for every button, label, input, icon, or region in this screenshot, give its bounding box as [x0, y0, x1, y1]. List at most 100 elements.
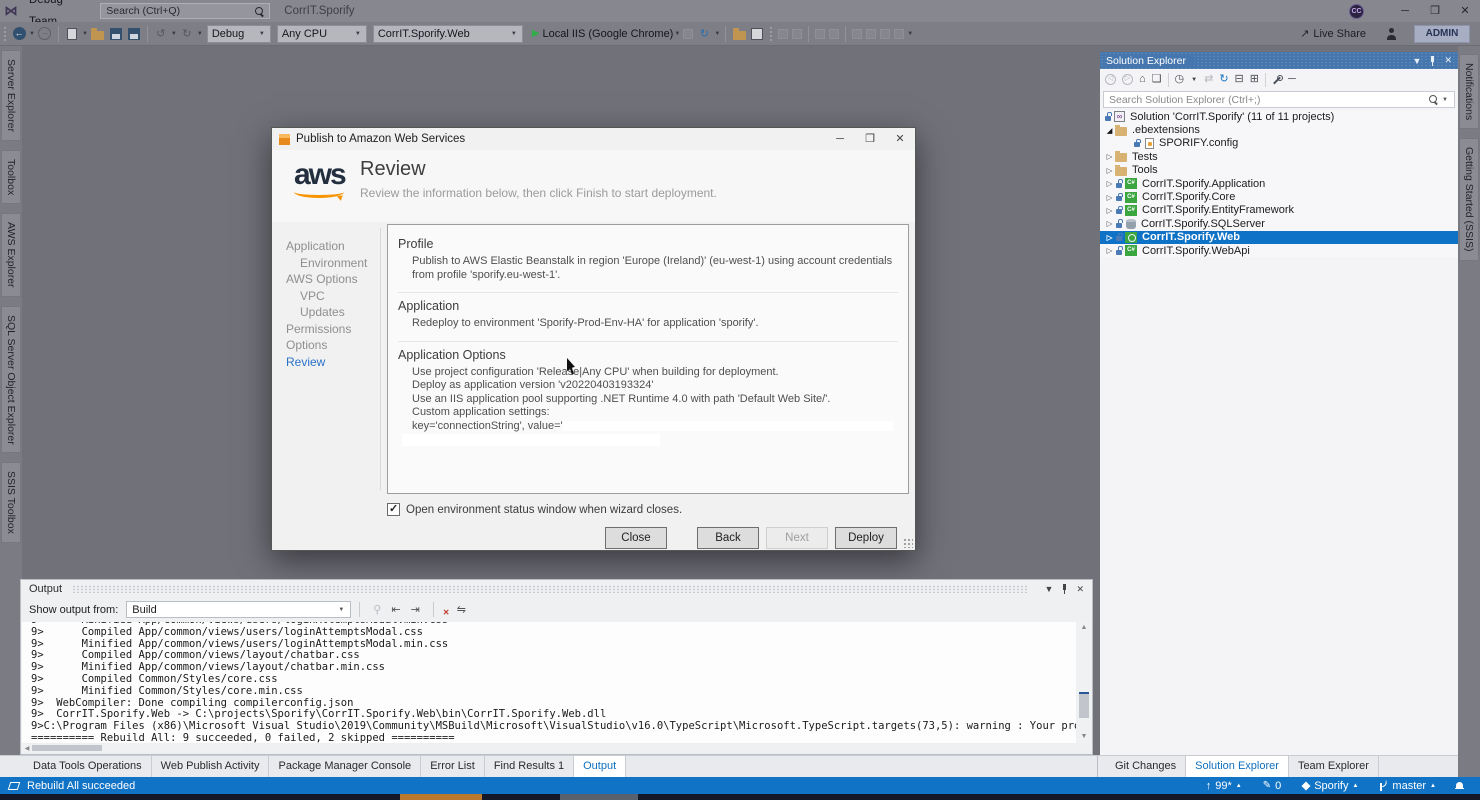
dialog-maximize-button[interactable]: ❒	[855, 128, 885, 150]
forward-icon[interactable]: ▷	[1122, 74, 1133, 85]
wizard-step-updates[interactable]: Updates	[286, 304, 382, 321]
toolbar-grip[interactable]	[3, 26, 7, 41]
pending-changes-filter-icon[interactable]: ◷	[1175, 74, 1185, 85]
toggle-word-wrap-icon[interactable]: ⇋	[457, 603, 466, 616]
panel-tab-find-results-1[interactable]: Find Results 1	[485, 756, 574, 778]
collapsed-arrow-icon[interactable]: ▷	[1104, 166, 1115, 175]
redo-icon[interactable]: ↻	[179, 26, 195, 42]
panel-tab-data-tools-operations[interactable]: Data Tools Operations	[24, 756, 152, 778]
browser-link-icon[interactable]	[751, 28, 763, 40]
preview-selected-items-icon[interactable]: ─	[1288, 74, 1296, 85]
go-to-next-message-icon[interactable]: ⇥	[411, 603, 420, 616]
tree-item-tools[interactable]: ▷Tools	[1100, 164, 1458, 177]
panel-tab-output[interactable]: Output	[574, 756, 626, 778]
side-tab-ssis-toolbox[interactable]: SSIS Toolbox	[1, 462, 21, 543]
configuration-combo[interactable]: Debug▼	[207, 25, 271, 43]
navigate-forward-icon[interactable]: →	[38, 27, 51, 40]
panel-tab-error-list[interactable]: Error List	[421, 756, 485, 778]
notifications-bell-icon[interactable]	[1455, 781, 1464, 791]
refresh-icon[interactable]: ↻	[696, 26, 712, 42]
expanded-arrow-icon[interactable]: ◢	[1104, 126, 1115, 135]
platform-combo[interactable]: Any CPU▼	[277, 25, 367, 43]
branch-indicator[interactable]: master ▲	[1379, 780, 1436, 792]
collapsed-arrow-icon[interactable]: ▷	[1104, 206, 1115, 215]
pin-icon[interactable]	[1429, 56, 1436, 66]
dialog-minimize-button[interactable]: ─	[825, 128, 855, 150]
new-file-dropdown-icon[interactable]: ▼	[82, 31, 88, 37]
window-position-icon[interactable]: ▼	[1413, 56, 1422, 66]
back-icon[interactable]: ◁	[1105, 74, 1116, 85]
side-tab-toolbox[interactable]: Toolbox	[1, 150, 21, 204]
search-options-icon[interactable]: ▼	[1442, 97, 1448, 103]
outgoing-commits-indicator[interactable]: ↑ 99* ▲	[1206, 780, 1242, 792]
side-tab-sql-server-object-explorer[interactable]: SQL Server Object Explorer	[1, 306, 21, 454]
pending-edits-indicator[interactable]: ✎ 0	[1263, 780, 1282, 792]
tree-item-corrit-sporify-web[interactable]: ▷CorrIT.Sporify.Web	[1100, 231, 1458, 244]
minimize-button[interactable]: ─	[1390, 0, 1420, 22]
panel-tab-git-changes[interactable]: Git Changes	[1106, 756, 1186, 778]
redo-dropdown-icon[interactable]: ▼	[197, 31, 203, 37]
collapsed-arrow-icon[interactable]: ▷	[1104, 193, 1115, 202]
scroll-down-icon[interactable]: ▼	[1077, 731, 1091, 743]
resize-grip[interactable]	[903, 538, 913, 548]
tree-item-sporify-config[interactable]: SPORIFY.config	[1100, 137, 1458, 150]
new-file-icon[interactable]	[67, 28, 77, 40]
scroll-left-icon[interactable]: ◀	[22, 745, 32, 752]
startup-project-combo[interactable]: CorrIT.Sporify.Web▼	[373, 25, 523, 43]
start-debugging-icon[interactable]: ▶	[532, 28, 540, 39]
collapsed-arrow-icon[interactable]: ▷	[1104, 233, 1115, 242]
toolbar-overflow-icon[interactable]: ▼	[907, 31, 913, 37]
output-console[interactable]: 9> Minified App/common/views/users/login…	[22, 622, 1076, 743]
tree-item-tests[interactable]: ▷Tests	[1100, 150, 1458, 163]
side-tab-notifications[interactable]: Notifications	[1459, 54, 1479, 129]
pin-icon[interactable]	[1061, 584, 1068, 594]
switch-views-icon[interactable]: ❏	[1152, 74, 1162, 85]
filter-dropdown-icon[interactable]: ▼	[1191, 77, 1197, 83]
panel-tab-team-explorer[interactable]: Team Explorer	[1289, 756, 1379, 778]
wizard-step-permissions[interactable]: Permissions	[286, 321, 382, 338]
undo-dropdown-icon[interactable]: ▼	[171, 31, 177, 37]
close-panel-icon[interactable]: ✕	[1076, 584, 1084, 595]
collapsed-arrow-icon[interactable]: ▷	[1104, 246, 1115, 255]
window-position-icon[interactable]: ▼	[1045, 584, 1054, 594]
run-target-label[interactable]: Local IIS (Google Chrome)	[543, 28, 674, 40]
admin-button[interactable]: ADMIN	[1414, 25, 1470, 43]
back-dropdown-icon[interactable]: ▼	[29, 31, 35, 37]
tree-item-corrit-sporify-entityframework[interactable]: ▷C#CorrIT.Sporify.EntityFramework	[1100, 204, 1458, 217]
home-icon[interactable]: ⌂	[1139, 74, 1146, 85]
wizard-step-application[interactable]: Application	[286, 238, 382, 255]
scroll-up-icon[interactable]: ▲	[1077, 622, 1091, 634]
tree-item-corrit-sporify-sqlserver[interactable]: ▷CorrIT.Sporify.SQLServer	[1100, 217, 1458, 230]
status-window-option[interactable]: Open environment status window when wiza…	[387, 503, 682, 516]
live-share-button[interactable]: Live Share	[1313, 28, 1366, 40]
tree-item-ebextensions[interactable]: ◢.ebextensions	[1100, 123, 1458, 136]
wizard-step-vpc[interactable]: VPC	[286, 288, 382, 305]
properties-wrench-icon[interactable]	[1272, 75, 1282, 85]
panel-tab-solution-explorer[interactable]: Solution Explorer	[1186, 756, 1289, 778]
find-in-files-icon[interactable]	[733, 31, 746, 40]
wizard-step-review[interactable]: Review	[286, 354, 382, 371]
tree-item-corrit-sporify-webapi[interactable]: ▷C#CorrIT.Sporify.WebApi	[1100, 244, 1458, 257]
wizard-step-aws-options[interactable]: AWS Options	[286, 271, 382, 288]
side-tab-aws-explorer[interactable]: AWS Explorer	[1, 213, 21, 297]
go-to-previous-message-icon[interactable]: ⇤	[391, 603, 400, 616]
show-all-files-icon[interactable]: ⊞	[1250, 74, 1259, 85]
side-tab-getting-started-ssis[interactable]: Getting Started (SSIS)	[1459, 138, 1479, 260]
add-user-icon[interactable]	[1386, 28, 1398, 40]
solution-explorer-search-box[interactable]: Search Solution Explorer (Ctrl+;) ▼	[1103, 91, 1455, 108]
scrollbar-thumb[interactable]	[32, 745, 102, 751]
close-button[interactable]: ✕	[1450, 0, 1480, 22]
dialog-titlebar[interactable]: Publish to Amazon Web Services ─ ❒ ✕	[272, 128, 915, 150]
back-button[interactable]: Back	[697, 527, 759, 549]
undo-icon[interactable]: ↺	[153, 26, 169, 42]
horizontal-scrollbar[interactable]: ◀	[22, 744, 242, 752]
collapse-all-icon[interactable]: ⊟	[1235, 74, 1244, 85]
scrollbar-thumb[interactable]	[1079, 692, 1089, 718]
refresh-icon[interactable]: ↻	[1219, 74, 1228, 85]
save-all-icon[interactable]	[128, 28, 140, 40]
panel-tab-package-manager-console[interactable]: Package Manager Console	[269, 756, 421, 778]
maximize-button[interactable]: ❒	[1420, 0, 1450, 22]
dialog-close-button[interactable]: ✕	[885, 128, 915, 150]
collapsed-arrow-icon[interactable]: ▷	[1104, 179, 1115, 188]
refresh-dropdown-icon[interactable]: ▼	[714, 31, 720, 37]
